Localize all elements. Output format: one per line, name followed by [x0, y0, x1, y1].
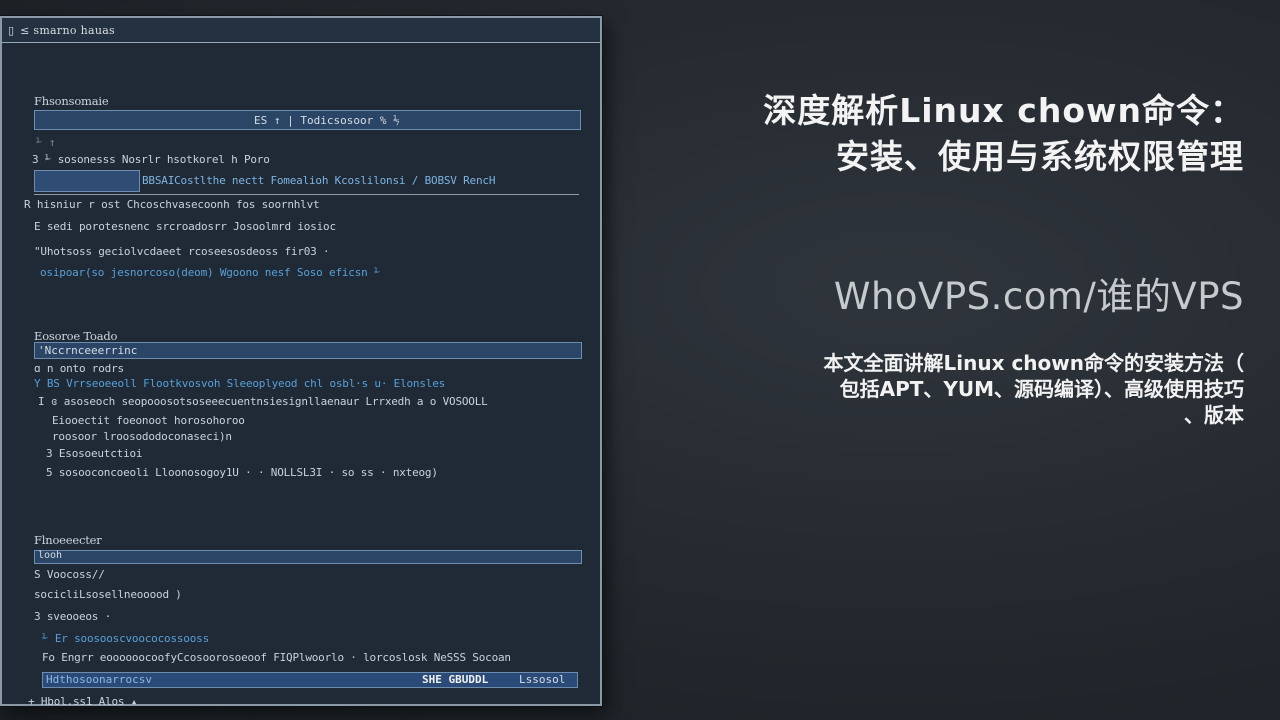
terminal-line: ɑ n onto rodrs [34, 362, 124, 375]
terminal-line: osipoar(so jesnorcoso(deom) Wgoono nesf … [40, 266, 381, 279]
window-title: ≤ smarno hauas [20, 23, 116, 37]
bar-text: looh [38, 550, 63, 561]
bar-text: ES ↑ | Todicsosoor % ⅐ [254, 114, 400, 127]
footer-bar-right: Lssosol [519, 673, 566, 686]
terminal-line: Y BS Vrrseoeeoll Flootkvosvoh Sleeoplyeo… [34, 377, 446, 390]
headline-line-2: 安装、使用与系统权限管理 [836, 137, 1244, 176]
bar-text: 'Nccrnceeerrinc [38, 344, 138, 357]
terminal-content: Fhsonsomaie ES ↑ | Todicsosoor % ⅐ ⅟ ↑ 3… [2, 44, 600, 708]
terminal-window: ▯ ≤ smarno hauas Fhsonsomaie ES ↑ | Todi… [0, 16, 602, 708]
terminal-line: R hisniur r ost Chcoschvasecoonh fos soo… [24, 198, 320, 211]
section-header: Eosoroe Toado [34, 329, 118, 343]
footer-bar-left: Hdthosoonarrocsv [46, 673, 152, 686]
terminal-line: socicliLsosellneooood ) [34, 588, 182, 601]
footer-bar-mid: SHE GBUDDL [422, 673, 489, 686]
divider [34, 194, 579, 195]
highlight-bar[interactable] [34, 550, 582, 564]
terminal-icon: ▯ [8, 23, 15, 37]
site-name: WhoVPS.com/谁的VPS [833, 275, 1244, 318]
section-header: Fhsonsomaie [34, 94, 109, 108]
terminal-line: I ɞ asoseoch seopooosotsoseeecuentnsiesi… [38, 395, 488, 408]
section-header: Flnoeeecter [34, 533, 102, 547]
terminal-line: + Hbol.ss1 Alos ▴ [28, 695, 138, 708]
terminal-line: BBSAICostlthe nectt Fomealioh Kcoslilons… [142, 174, 496, 187]
terminal-line: 3 ⅟ sosonesss Nosrlr hsotkorel h Poro [32, 153, 270, 166]
terminal-line: 5 sosooconcoeoli Lloonosogoy1U · · NOLLS… [46, 466, 438, 479]
terminal-line: Fo Engrr eoooooocoofyCcosoorosoeoof FIQP… [42, 651, 511, 664]
terminal-line: Eiooectit foeonoot horosohoroo [52, 414, 245, 427]
terminal-line: ⅟ ↑ [36, 136, 56, 149]
terminal-line: 3 sveooeos · [34, 610, 112, 623]
window-titlebar[interactable]: ▯ ≤ smarno hauas [2, 18, 600, 43]
terminal-line: roosoor lroosododoconaseci)n [52, 430, 232, 443]
description: 本文全面讲解Linux chown命令的安装方法（ 包括APT、YUM、源码编译… [684, 350, 1245, 428]
selection-block [34, 170, 140, 192]
headline-line-1: 深度解析Linux chown命令： [763, 91, 1244, 130]
terminal-line: 3 Esosoeutctioi [46, 447, 143, 460]
terminal-line: S Voocoss// [34, 568, 105, 581]
description-line-3: 、版本 [1184, 403, 1244, 427]
terminal-line: E sedi porotesnenc srcroadosrr Josoolmrd… [34, 220, 336, 233]
terminal-line: ⅟ Er soosooscvoococossooss [42, 632, 209, 645]
description-line-2: 包括APT、YUM、源码编译）、高级使用技巧 [839, 377, 1244, 401]
description-line-1: 本文全面讲解Linux chown命令的安装方法（ [823, 351, 1245, 375]
headline: 深度解析Linux chown命令： 安装、使用与系统权限管理 [763, 88, 1244, 180]
terminal-line: "Uhotsoss geciolvcdaeet rcoseesosdeoss f… [34, 245, 330, 258]
